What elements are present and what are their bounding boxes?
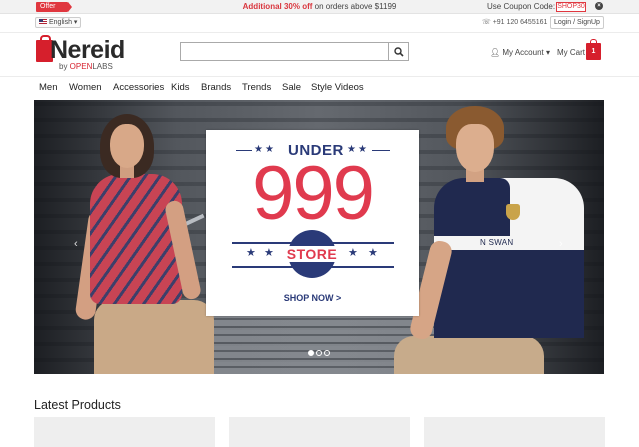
product-card[interactable]: [34, 417, 215, 447]
close-icon[interactable]: ×: [595, 2, 603, 10]
model-face: [456, 124, 494, 172]
language-label: English: [49, 19, 72, 26]
my-account-label: My Account: [502, 48, 544, 57]
star-icon: ★: [264, 247, 274, 259]
logo[interactable]: Nereid by OPENLABS: [36, 35, 125, 72]
model-polo-panel: [474, 250, 584, 338]
nav-item-trends[interactable]: Trends: [242, 82, 271, 94]
logo-tagline: by OPENLABS: [59, 62, 113, 72]
language-selector[interactable]: English ▾: [35, 17, 82, 28]
star-icon: ★: [368, 247, 378, 259]
coupon-code: SHOP30: [556, 2, 586, 12]
star-icon: ★: [246, 247, 256, 259]
logo-open: OPEN: [69, 62, 93, 71]
search-input[interactable]: [180, 42, 389, 61]
promo-bar: Offer Additional 30% off on orders above…: [0, 0, 639, 14]
model-trousers: [94, 300, 214, 374]
logo-labs: LABS: [92, 62, 113, 71]
sale-card[interactable]: ★ ★ UNDER ★ ★ 999 ★ ★ STORE ★ ★ SHOP NOW…: [206, 130, 419, 316]
shirt-lettering: N SWAN: [480, 238, 514, 247]
price-value: 999: [252, 151, 375, 236]
nav-item-accessories[interactable]: Accessories: [113, 82, 164, 94]
nav-item-sale[interactable]: Sale: [282, 82, 301, 94]
nav-item-men[interactable]: Men: [39, 82, 57, 94]
logo-wordmark: Nereid: [50, 36, 125, 64]
product-card[interactable]: [229, 417, 410, 447]
user-icon: 👤︎: [490, 48, 501, 57]
divider: [236, 150, 252, 151]
promo-detail: on orders above $1199: [312, 2, 397, 11]
promo-highlight: Additional 30% off: [242, 2, 313, 11]
carousel-dot[interactable]: [308, 350, 314, 356]
shirt-crest-icon: [506, 204, 520, 220]
flag-icon: [39, 19, 47, 24]
utility-bar: English ▾ ☏ +91 120 6455161 Login / Sign…: [0, 14, 639, 33]
phone-number: ☏ +91 120 6455161: [482, 18, 547, 28]
phone-label: +91 120 6455161: [492, 19, 548, 26]
search-button[interactable]: [389, 42, 409, 61]
carousel-dot[interactable]: [324, 350, 330, 356]
nav-item-style-videos[interactable]: Style Videos: [311, 82, 364, 94]
phone-icon: ☏: [482, 19, 493, 26]
latest-products-heading: Latest Products: [34, 398, 121, 412]
nav-item-women[interactable]: Women: [69, 82, 102, 94]
cart-icon[interactable]: 1: [586, 39, 601, 60]
nav-item-kids[interactable]: Kids: [171, 82, 189, 94]
hero-banner[interactable]: N SWAN ‹ › ★ ★ UNDER ★ ★ 999 ★ ★ STORE ★…: [34, 100, 604, 374]
main-nav: Men Women Accessories Kids Brands Trends…: [0, 76, 639, 96]
model-striped-shirt: [90, 174, 182, 304]
nav-item-brands[interactable]: Brands: [201, 82, 231, 94]
store-emblem: ★ ★ STORE ★ ★: [206, 230, 419, 278]
carousel-next-icon[interactable]: ›: [559, 238, 563, 250]
carousel-prev-icon[interactable]: ‹: [74, 238, 78, 250]
coupon-label: Use Coupon Code:: [487, 2, 556, 11]
divider: [372, 150, 390, 151]
logo-by: by: [59, 62, 70, 71]
model-trousers: [394, 336, 544, 374]
search-icon: [394, 47, 404, 57]
product-card[interactable]: [424, 417, 605, 447]
shop-now-link[interactable]: SHOP NOW >: [206, 292, 419, 304]
carousel-dot[interactable]: [316, 350, 322, 356]
my-cart-link[interactable]: My Cart: [557, 48, 585, 58]
store-label: STORE: [284, 246, 340, 262]
carousel-dots: [308, 350, 332, 356]
my-account-menu[interactable]: 👤︎ My Account ▾: [490, 48, 550, 58]
login-signup-button[interactable]: Login / SignUp: [550, 16, 604, 29]
model-face: [110, 124, 144, 168]
star-icon: ★: [348, 247, 358, 259]
